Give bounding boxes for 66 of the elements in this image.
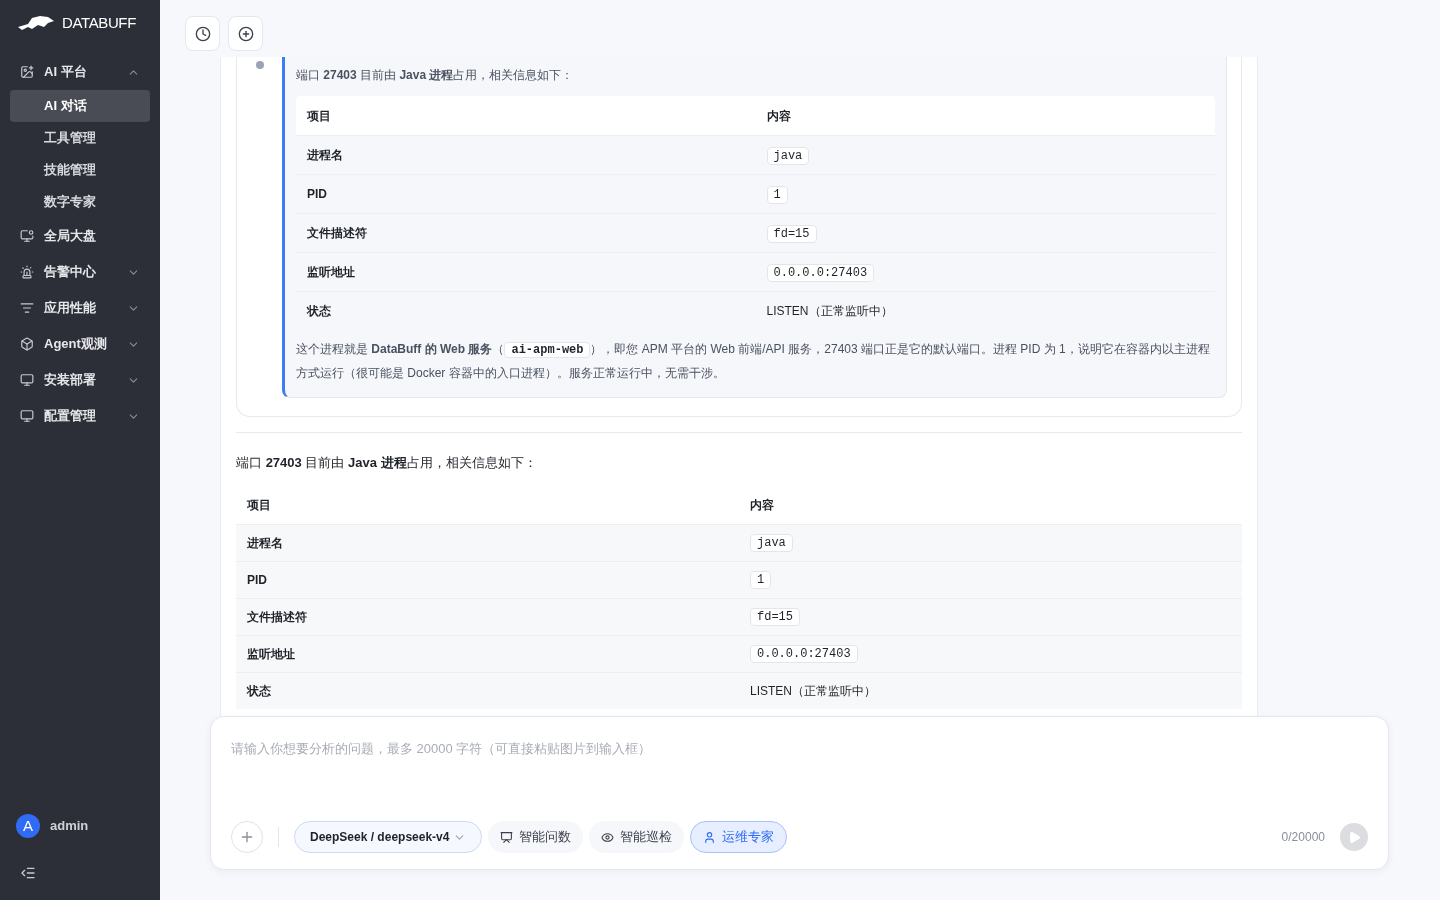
table-cell-text: 进程名 [246,534,284,552]
table-cell-text: 状态 [245,682,272,700]
code-value: fd=15 [766,224,817,243]
code-value: 1 [766,185,788,204]
new-chat-button[interactable] [228,16,263,51]
monitor-icon [20,229,34,243]
menu-item[interactable]: Agent观测 [0,326,160,362]
monitor-icon [20,373,34,387]
table-cell-text: 监听地址 [306,264,356,281]
menu-item[interactable]: 全局大盘 [0,218,160,254]
cube-icon [20,337,34,351]
column-header: 项目 [306,107,332,125]
mode-toggle[interactable]: 智能问数 [488,821,584,853]
model-select[interactable]: DeepSeek / deepseek-v4 [294,821,483,853]
logo-text: DATABUFF [62,12,136,33]
user-avatar[interactable]: A [16,814,40,838]
menu-item[interactable]: AI 平台 [0,54,160,90]
quote-intro: 端口 27403 目前由 Java 进程占用，相关信息如下： [296,67,575,84]
table-cell-text: 文件描述符 [246,608,308,626]
column-header: 内容 [765,107,792,125]
table-cell-text: 进程名 [306,147,344,164]
submenu-item[interactable]: AI 对话 [10,90,150,122]
collapse-icon[interactable] [20,865,36,881]
clock-icon [194,25,211,42]
add-circle-icon [237,25,254,42]
code-value: 0.0.0.0:27403 [750,645,858,663]
answer-intro: 端口 27403 目前由 Java 进程占用，相关信息如下： [236,454,538,472]
table-cell-text: 文件描述符 [306,225,368,242]
menu-item[interactable]: 应用性能 [0,290,160,326]
menu-item[interactable]: 配置管理 [0,398,160,434]
table-cell: LISTEN（正常监听中） [766,304,893,318]
send-icon [1347,830,1361,844]
image-plus-icon [20,65,34,79]
code-value: java [750,534,793,552]
char-count: 0/20000 [1281,829,1325,846]
mode-toggle[interactable]: 智能巡检 [589,821,685,853]
table-cell: LISTEN（正常监听中） [750,683,876,698]
monitor-icon [20,409,34,423]
presentation-icon [500,830,514,844]
history-button[interactable] [185,16,220,51]
code-value: 0.0.0.0:27403 [766,263,875,282]
table-cell-text: PID [246,571,268,589]
submenu-item[interactable]: 数字专家 [10,186,150,218]
eye-icon [601,830,615,844]
question-input[interactable]: 请输入你想要分析的问题，最多 20000 字符（可直接粘贴图片到输入框） [231,739,1368,821]
menu-item[interactable]: 告警中心 [0,254,160,290]
quote-note: 这个进程就是 DataBuff 的 Web 服务（ ai-apm-web ），即您 APM 平台的 Web 前端/API 服务，27403 端口正是它的默认端口。进程 PID 为 1，说明它在容器内以主进程方式运行（很可能是 Docker 容器中的入口进程）。服务正常运行中，无需干涉。 [296,341,1211,382]
menu-item[interactable]: 安装部署 [0,362,160,398]
column-header: 内容 [749,497,775,514]
code-value: fd=15 [750,608,800,626]
table-cell-text: 状态 [305,303,332,320]
code-value: 1 [750,571,772,589]
user-icon [703,830,717,844]
filter-icon [20,301,34,315]
table-cell-text: 监听地址 [246,645,296,663]
column-header: 项目 [246,497,272,514]
code-value: java [766,146,810,165]
plus-icon [239,829,255,845]
table-cell-text: PID [306,186,328,203]
user-name: admin [50,817,89,836]
mode-toggle[interactable]: 运维专家 [690,821,788,853]
submenu-item[interactable]: 工具管理 [10,122,150,154]
siren-icon [20,265,34,279]
chat-input-box[interactable]: 请输入你想要分析的问题，最多 20000 字符（可直接粘贴图片到输入框） DeepSeek / deepseek-v4 智能问数 智能巡检 运维专家 0/20000 [210,716,1389,870]
logo-icon [18,15,54,31]
submenu-item[interactable]: 技能管理 [10,154,150,186]
